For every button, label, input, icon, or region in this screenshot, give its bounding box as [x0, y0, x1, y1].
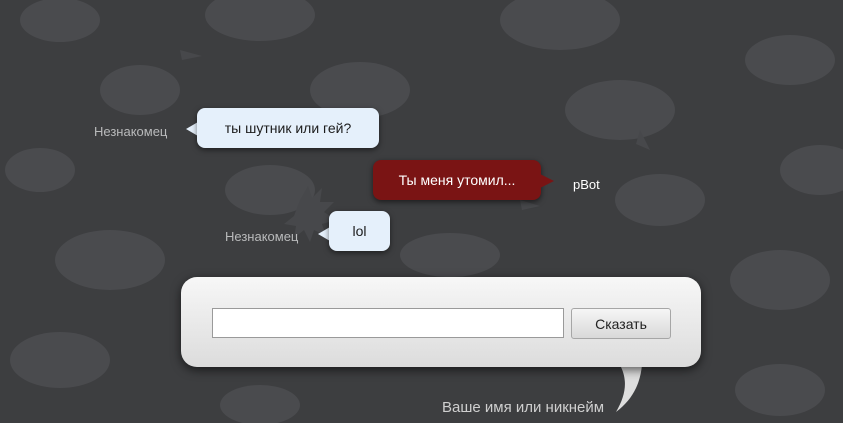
message-text: ты шутник или гей?: [224, 120, 352, 136]
bubble-tail: [540, 174, 554, 188]
nickname-caption: Ваше имя или никнейм: [442, 399, 605, 416]
message-author: pBot: [573, 177, 600, 192]
message-input[interactable]: [212, 308, 564, 338]
message-bubble: lol: [329, 211, 390, 251]
send-button[interactable]: Сказать: [571, 308, 671, 339]
message-input-panel: Сказать: [181, 277, 701, 367]
message-author: Незнакомец: [225, 229, 299, 244]
message-author: Незнакомец: [94, 124, 168, 139]
message-text: Ты меня утомил...: [398, 172, 516, 188]
message-bubble: Ты меня утомил...: [373, 160, 541, 200]
message-bubble: ты шутник или гей?: [197, 108, 379, 148]
message-text: lol: [352, 223, 367, 239]
